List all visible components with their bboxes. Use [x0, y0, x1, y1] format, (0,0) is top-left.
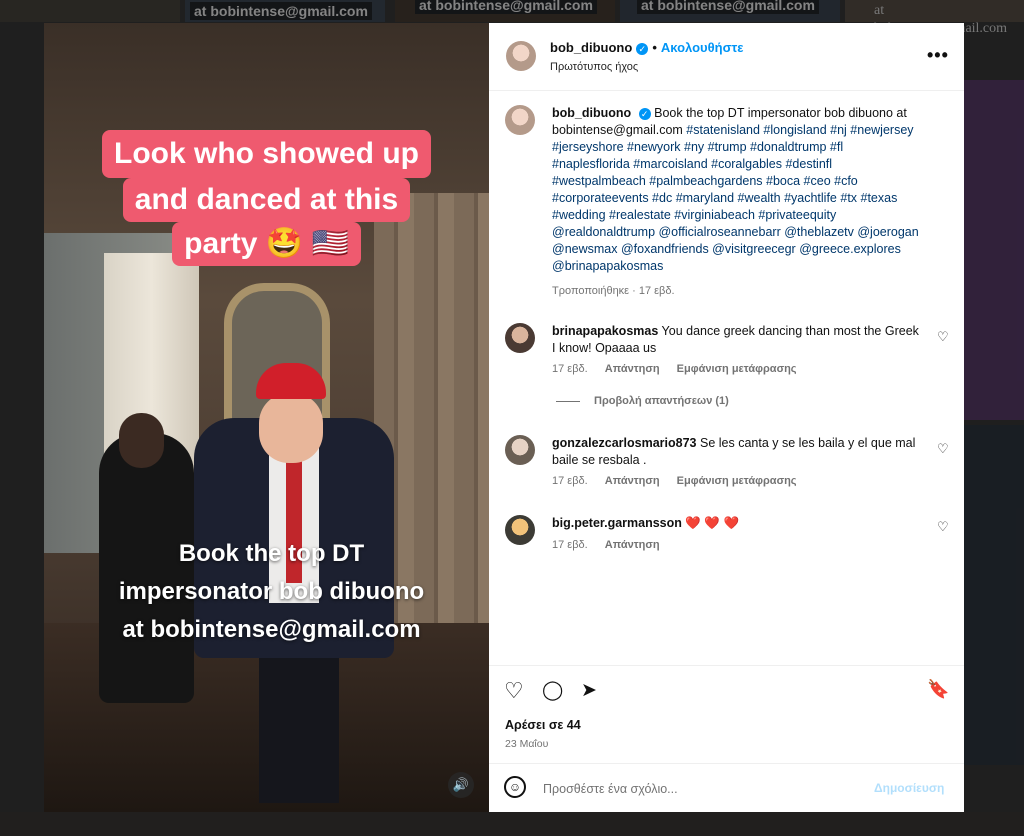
comment-like-icon[interactable]: ♡ [937, 519, 949, 535]
view-replies-button[interactable]: Προβολή απαντήσεων (1) [556, 395, 729, 407]
comment-body: ❤️ ❤️ ❤️ [685, 516, 740, 530]
video-overlay-line: impersonator bob dibuono [118, 578, 425, 605]
scene-dancer-head [119, 413, 164, 468]
verified-badge-icon: ✓ [638, 107, 651, 120]
see-translation-button[interactable]: Εμφάνιση μετάφρασης [677, 475, 797, 487]
post-comment-button[interactable]: Δημοσίευση [874, 781, 944, 795]
avatar[interactable] [505, 323, 535, 353]
verified-badge-icon: ✓ [636, 42, 649, 55]
username-link[interactable]: big.peter.garmansson [552, 516, 682, 530]
video-caption-line: party 🤩 🇺🇸 [172, 222, 361, 266]
video-overlay-line: Book the top DT [178, 540, 365, 567]
scene-legs [259, 653, 339, 803]
emoji-icon[interactable]: ☺ [504, 776, 526, 798]
username-link[interactable]: bob_dibuono [550, 40, 632, 55]
comment-meta: 17 εβδ. Απάντηση [552, 539, 674, 551]
add-comment-bar: ☺ Δημοσίευση [489, 763, 964, 813]
likes-count[interactable]: Αρέσει σε 44 [505, 718, 581, 732]
comment-icon[interactable]: ◯ [542, 679, 563, 702]
post-header: bob_dibuono ✓ • Ακολουθήστε Πρωτότυπος ήχος… [489, 23, 964, 91]
reply-button[interactable]: Απάντηση [605, 539, 660, 551]
comment-meta: 17 εβδ. Απάντηση Εμφάνιση μετάφρασης [552, 363, 811, 375]
scene-head [259, 393, 323, 463]
comment-text: brinapapakosmas You dance greek dancing … [552, 323, 922, 357]
avatar[interactable] [506, 41, 536, 71]
follow-button[interactable]: Ακολουθήστε [661, 40, 744, 55]
like-icon[interactable]: ♡ [504, 678, 524, 704]
comment-text: big.peter.garmansson ❤️ ❤️ ❤️ [552, 515, 922, 532]
post-author: bob_dibuono ✓ • Ακολουθήστε [550, 40, 743, 55]
share-icon[interactable]: ➤ [581, 679, 597, 702]
video-caption-line: Look who showed up [102, 130, 431, 178]
username-link[interactable]: gonzalezcarlosmario873 [552, 436, 697, 450]
post-date[interactable]: 23 Μαΐου [505, 738, 548, 750]
comment-age: 17 εβδ. [552, 539, 588, 551]
audio-label[interactable]: Πρωτότυπος ήχος [550, 61, 638, 73]
more-options-icon[interactable]: ••• [927, 45, 949, 66]
replies-divider [556, 400, 580, 402]
see-translation-button[interactable]: Εμφάνιση μετάφρασης [677, 363, 797, 375]
avatar[interactable] [505, 515, 535, 545]
comment-text: gonzalezcarlosmario873 Se les canta y se… [552, 435, 922, 469]
view-replies-label: Προβολή απαντήσεων (1) [594, 395, 729, 407]
save-icon[interactable]: 🔖 [927, 679, 949, 700]
comment-like-icon[interactable]: ♡ [937, 329, 949, 345]
reply-button[interactable]: Απάντηση [605, 475, 660, 487]
username-link[interactable]: bob_dibuono [552, 106, 631, 120]
post-sidebar: bob_dibuono ✓ • Ακολουθήστε Πρωτότυπος ήχος… [489, 23, 964, 812]
separator: • [652, 40, 657, 55]
comment-age: 17 εβδ. [552, 363, 588, 375]
video-caption-line: and danced at this [122, 178, 411, 222]
username-link[interactable]: brinapapakosmas [552, 324, 658, 338]
video-overlay-text: Book the top DT impersonator bob dibuono… [74, 535, 469, 649]
comment-meta: 17 εβδ. Απάντηση Εμφάνιση μετάφρασης [552, 475, 811, 487]
video-overlay-line: at bobintense@gmail.com [122, 616, 421, 643]
video-caption: Look who showed up and danced at this pa… [74, 130, 459, 266]
comment-age: 17 εβδ. [552, 475, 588, 487]
avatar[interactable] [505, 105, 535, 135]
caption-meta: Τροποποιήθηκε · 17 εβδ. [552, 285, 675, 297]
mute-toggle-icon[interactable]: 🔊 [448, 772, 474, 798]
caption-tags[interactable]: #statenisland #longisland #nj #newjersey… [552, 123, 919, 273]
comments-list[interactable]: bob_dibuono ✓ Book the top DT impersonat… [489, 91, 964, 664]
comment-input[interactable] [541, 776, 865, 802]
comment-like-icon[interactable]: ♡ [937, 441, 949, 457]
post-video[interactable]: Look who showed up and danced at this pa… [44, 23, 489, 812]
avatar[interactable] [505, 435, 535, 465]
reply-button[interactable]: Απάντηση [605, 363, 660, 375]
caption-text: bob_dibuono ✓ Book the top DT impersonat… [552, 105, 922, 275]
